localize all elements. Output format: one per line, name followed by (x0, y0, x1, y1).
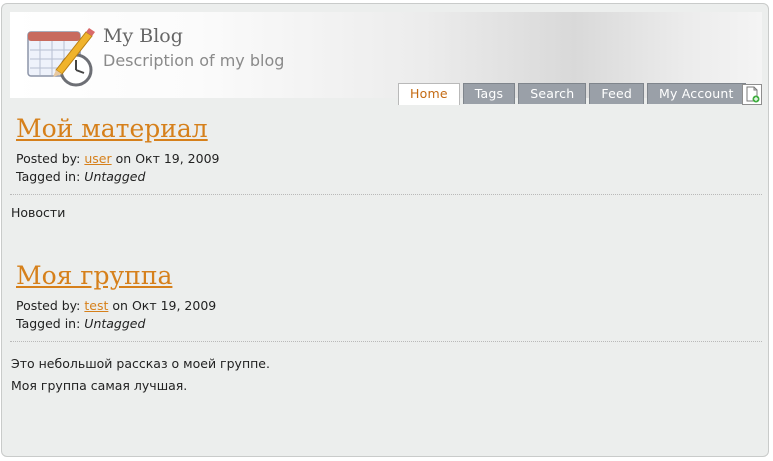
posted-by-label: Posted by: (16, 298, 81, 313)
author-link[interactable]: user (84, 151, 111, 166)
post-divider (10, 341, 762, 342)
on-label: on (115, 151, 132, 166)
new-document-icon (746, 86, 760, 103)
post-date: Окт 19, 2009 (131, 298, 217, 313)
new-post-button[interactable] (742, 84, 762, 105)
tagged-in-label: Tagged in: (16, 169, 81, 184)
posted-by-label: Posted by: (16, 151, 81, 166)
blog-logo-icon (27, 28, 95, 87)
author-link[interactable]: test (84, 298, 108, 313)
tab-tags[interactable]: Tags (462, 83, 516, 104)
post-title-link[interactable]: Моя группа (16, 261, 172, 290)
post-body-line: Новости (11, 205, 66, 220)
tag-value: Untagged (84, 169, 146, 184)
tab-feed[interactable]: Feed (589, 83, 644, 104)
post-title-link[interactable]: Мой материал (16, 114, 208, 143)
tab-search[interactable]: Search (518, 83, 587, 104)
post-body-line: Моя группа самая лучшая. (11, 378, 188, 393)
blog-description: Description of my blog (103, 51, 285, 70)
post-byline: Posted by: user on Окт 19, 2009 (16, 151, 220, 166)
nav-tabs: Home Tags Search Feed My Account (398, 83, 749, 105)
tag-value: Untagged (84, 316, 146, 331)
post-tags: Tagged in: Untagged (16, 169, 145, 184)
post-byline: Posted by: test on Окт 19, 2009 (16, 298, 216, 313)
post-date: Окт 19, 2009 (135, 151, 220, 166)
blog-page: My Blog Description of my blog Home Tags… (1, 3, 769, 457)
blog-title: My Blog (103, 25, 183, 47)
tab-my-account[interactable]: My Account (646, 83, 746, 104)
tagged-in-label: Tagged in: (16, 316, 81, 331)
post-tags: Tagged in: Untagged (16, 316, 145, 331)
post-body-line: Это небольшой рассказ о моей группе. (11, 356, 270, 371)
on-label: on (112, 298, 128, 313)
blog-header: My Blog Description of my blog Home Tags… (10, 12, 762, 105)
post-divider (10, 194, 762, 195)
tab-home[interactable]: Home (398, 83, 460, 105)
